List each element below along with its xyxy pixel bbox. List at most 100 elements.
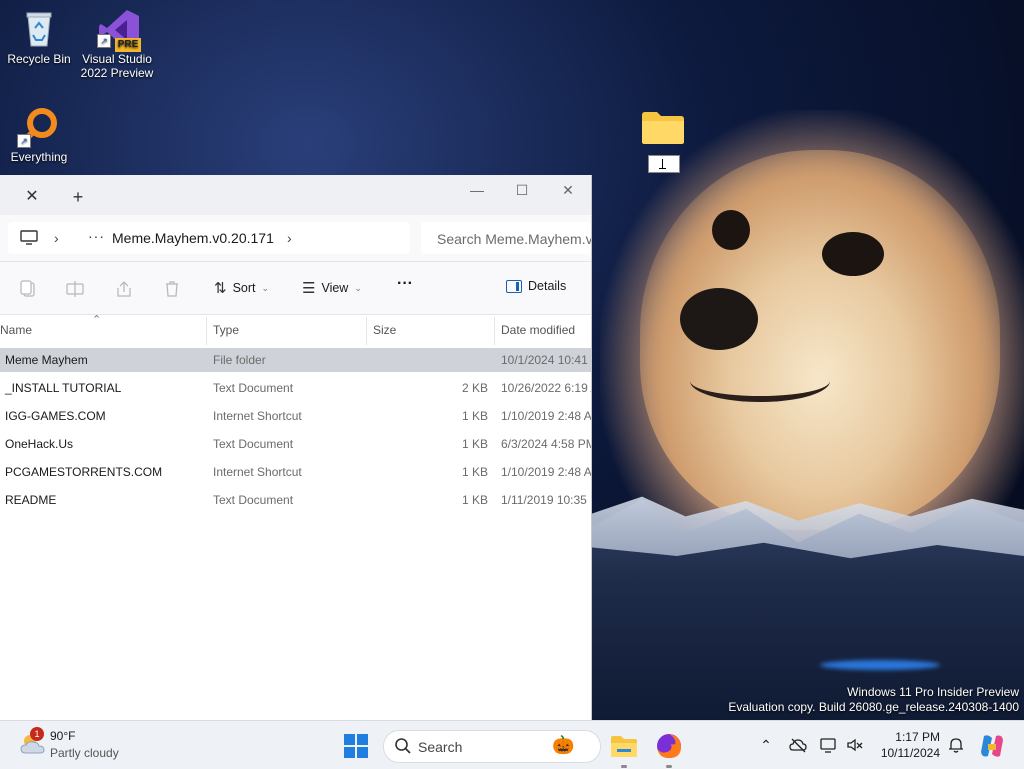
- column-header-type[interactable]: Type: [213, 323, 239, 337]
- file-type: Internet Shortcut: [213, 409, 302, 423]
- search-placeholder: Search Meme.Mayhem.v0: [437, 231, 591, 247]
- file-name: OneHack.Us: [5, 437, 74, 451]
- taskbar-search-label: Search: [418, 739, 463, 755]
- desktop-icon-label: Recycle Bin: [7, 52, 71, 66]
- sort-icon: ⇅: [214, 280, 227, 297]
- watermark-line1: Windows 11 Pro Insider Preview: [847, 685, 1019, 699]
- chevron-right-icon[interactable]: ›: [54, 230, 59, 246]
- wallpaper-river: [820, 660, 940, 670]
- close-tab-button[interactable]: ✕: [22, 187, 42, 207]
- halloween-pumpkin-icon: 🎃: [552, 735, 575, 755]
- shortcut-arrow-icon: ↗: [17, 134, 31, 148]
- share-icon[interactable]: [115, 280, 133, 298]
- taskbar-search-box[interactable]: Search 🎃: [383, 730, 601, 763]
- file-name: _INSTALL TUTORIAL: [5, 381, 122, 395]
- address-bar[interactable]: › ··· Meme.Mayhem.v0.20.171 ›: [8, 222, 410, 254]
- file-name: Meme Mayhem: [5, 353, 88, 367]
- windows-start-icon[interactable]: [344, 734, 368, 758]
- address-bar-row: › ··· Meme.Mayhem.v0.20.171 › Search Mem…: [0, 215, 591, 262]
- copilot-icon[interactable]: [978, 732, 1006, 760]
- pre-badge: PRE: [115, 38, 141, 52]
- firefox-icon[interactable]: [653, 730, 685, 762]
- file-date: 1/11/2019 10:35 P: [501, 493, 592, 507]
- sort-ascending-icon: ⌃: [92, 314, 102, 326]
- details-label: Details: [528, 279, 567, 293]
- view-button[interactable]: ☰ View ⌄: [302, 279, 362, 297]
- clock-date: 10/11/2024: [880, 746, 940, 760]
- file-type: Text Document: [213, 437, 294, 451]
- chevron-up-icon[interactable]: ⌃: [757, 736, 775, 754]
- volume-muted-icon[interactable]: [846, 736, 864, 754]
- file-name: IGG-GAMES.COM: [5, 409, 106, 423]
- file-date: 1/10/2019 2:48 AM: [501, 465, 592, 479]
- watermark-line2: Evaluation copy. Build 26080.ge_release.…: [728, 700, 1019, 714]
- file-explorer-taskbar-icon[interactable]: [608, 730, 640, 762]
- folder-search-input[interactable]: Search Meme.Mayhem.v0: [421, 222, 591, 254]
- wallpaper-dog-eye-left: [712, 210, 750, 250]
- details-pane-button[interactable]: Details: [506, 279, 566, 293]
- file-type: Internet Shortcut: [213, 465, 302, 479]
- file-row[interactable]: PCGAMESTORRENTS.COM Internet Shortcut 1 …: [0, 460, 591, 484]
- file-name: PCGAMESTORRENTS.COM: [5, 465, 163, 479]
- recycle-bin-icon: [19, 8, 59, 48]
- new-tab-button[interactable]: +: [68, 187, 88, 207]
- wallpaper-dog-eye-right: [822, 232, 884, 276]
- file-name: README: [5, 493, 57, 507]
- delete-icon[interactable]: [163, 280, 181, 298]
- weather-description: Partly cloudy: [50, 746, 119, 760]
- search-icon: [395, 738, 411, 754]
- details-pane-icon: [506, 279, 522, 293]
- file-row[interactable]: README Text Document 1 KB 1/11/2019 10:3…: [0, 488, 591, 512]
- maximize-button[interactable]: ☐: [499, 175, 545, 207]
- address-overflow-button[interactable]: ···: [88, 228, 105, 244]
- file-date: 6/3/2024 4:58 PM: [501, 437, 592, 451]
- breadcrumb-current-folder[interactable]: Meme.Mayhem.v0.20.171: [112, 230, 274, 246]
- desktop-icon-label: Everything: [10, 150, 68, 164]
- file-size: 1 KB: [461, 437, 488, 451]
- drag-rename-box: [648, 155, 680, 173]
- desktop-icon-label: Visual Studio 2022 Preview: [80, 52, 154, 80]
- close-window-button[interactable]: ✕: [545, 175, 591, 207]
- view-label: View: [321, 281, 349, 295]
- wallpaper-dog-mouth: [690, 360, 830, 402]
- column-headers: ⌃ Name Type Size Date modified: [0, 314, 591, 345]
- view-icon: ☰: [302, 280, 316, 297]
- column-divider[interactable]: [366, 317, 367, 345]
- column-divider[interactable]: [494, 317, 495, 345]
- file-row[interactable]: IGG-GAMES.COM Internet Shortcut 1 KB 1/1…: [0, 404, 591, 428]
- column-header-name[interactable]: Name: [0, 323, 32, 337]
- chevron-right-icon[interactable]: ›: [287, 230, 292, 246]
- dragged-folder-icon[interactable]: [641, 111, 685, 145]
- copy-icon[interactable]: [19, 280, 37, 298]
- windows-watermark: Windows 11 Pro Insider Preview Evaluatio…: [728, 685, 1019, 715]
- rename-icon[interactable]: [66, 280, 84, 298]
- sort-button[interactable]: ⇅ Sort ⌄: [214, 279, 269, 297]
- desktop-icon-everything[interactable]: ↗ Everything: [1, 106, 77, 164]
- minimize-button[interactable]: —: [454, 175, 500, 207]
- sort-label: Sort: [232, 281, 256, 295]
- desktop-icon-recycle-bin[interactable]: Recycle Bin: [1, 8, 77, 66]
- see-more-button[interactable]: ···: [397, 275, 413, 293]
- onedrive-offline-icon[interactable]: [789, 736, 807, 754]
- taskbar-clock[interactable]: 1:17 PM 10/11/2024: [874, 729, 940, 761]
- column-header-date-modified[interactable]: Date modified: [501, 323, 575, 337]
- clock-time: 1:17 PM: [895, 730, 940, 744]
- command-bar: ⇅ Sort ⌄ ☰ View ⌄ ··· Details: [0, 262, 591, 315]
- taskbar: 1 90°F Partly cloudy Search 🎃 ⌃ 1:17 PM …: [0, 720, 1024, 769]
- text-cursor-base: [659, 168, 666, 169]
- notification-badge: 1: [30, 727, 44, 741]
- this-pc-icon: [20, 230, 38, 245]
- shortcut-arrow-icon: ↗: [97, 34, 111, 48]
- file-row[interactable]: _INSTALL TUTORIAL Text Document 2 KB 10/…: [0, 376, 591, 400]
- desktop-icon-visual-studio[interactable]: PRE ↗ Visual Studio 2022 Preview: [79, 8, 155, 80]
- column-header-size[interactable]: Size: [373, 323, 396, 337]
- file-row[interactable]: Meme Mayhem File folder 10/1/2024 10:41 …: [0, 348, 591, 372]
- file-date: 10/1/2024 10:41 P: [501, 353, 592, 367]
- column-divider[interactable]: [206, 317, 207, 345]
- notification-bell-icon[interactable]: [947, 736, 965, 754]
- file-row[interactable]: OneHack.Us Text Document 1 KB 6/3/2024 4…: [0, 432, 591, 456]
- file-size: 1 KB: [461, 465, 488, 479]
- network-icon[interactable]: [820, 736, 838, 754]
- file-size: 1 KB: [461, 493, 488, 507]
- file-type: Text Document: [213, 381, 294, 395]
